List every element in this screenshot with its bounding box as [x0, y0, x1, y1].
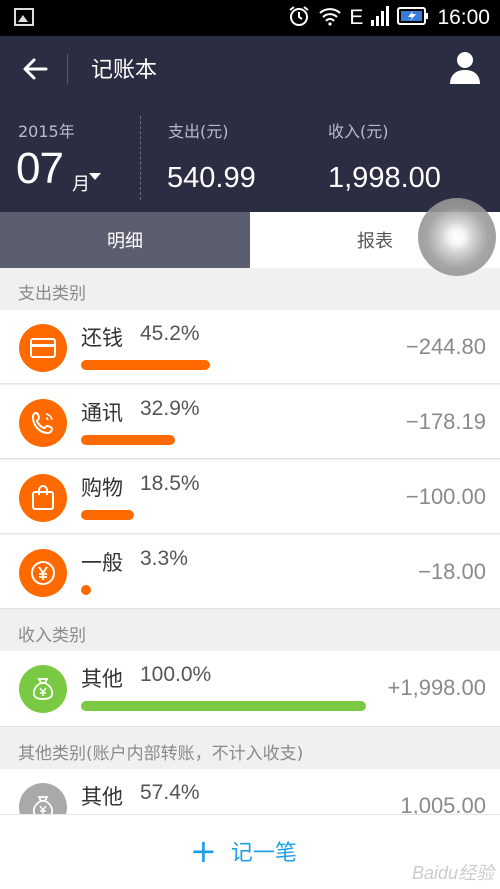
shopping-bag-icon — [19, 474, 67, 522]
watermark: Baidu经验 — [411, 863, 494, 883]
row-category: 其他 — [81, 785, 123, 809]
expense-label: 支出(元) — [168, 122, 229, 141]
user-icon[interactable] — [448, 50, 482, 86]
row-amount: −244.80 — [405, 334, 486, 359]
wifi-icon — [319, 6, 342, 30]
battery-icon — [397, 6, 429, 30]
income-row-other[interactable]: 其他 100.0% +1,998.00 — [0, 651, 500, 727]
header-divider — [67, 54, 68, 84]
month-unit[interactable]: 月 — [72, 170, 90, 196]
section-other-title: 其他类别(账户内部转账，不计入收支) — [18, 744, 304, 764]
row-percent: 100.0% — [140, 663, 212, 686]
page-title: 记账本 — [91, 58, 158, 83]
row-amount: −100.00 — [405, 484, 486, 509]
share-bar — [81, 360, 210, 370]
year-label: 2015年 — [18, 122, 75, 141]
row-amount: −178.19 — [405, 409, 486, 434]
section-expense-title: 支出类别 — [18, 284, 86, 304]
share-bar — [81, 701, 366, 711]
floating-assistive-button[interactable] — [418, 198, 496, 276]
plus-icon: + — [190, 832, 217, 870]
expense-row-repay[interactable]: 还钱 45.2% −244.80 — [0, 310, 500, 384]
row-percent: 3.3% — [140, 547, 188, 570]
share-bar — [81, 510, 134, 520]
yen-icon — [19, 549, 67, 597]
expense-row-general[interactable]: 一般 3.3% −18.00 — [0, 535, 500, 609]
row-percent: 32.9% — [140, 397, 200, 420]
row-percent: 18.5% — [140, 472, 200, 495]
alarm-icon — [287, 4, 311, 32]
expense-total: 540.99 — [167, 162, 256, 194]
row-category: 还钱 — [81, 326, 123, 350]
row-amount: +1,998.00 — [387, 675, 486, 700]
month-value[interactable]: 07 — [16, 144, 64, 194]
row-percent: 45.2% — [140, 322, 200, 345]
bottom-bar: + 记一笔 Baidu经验 — [0, 814, 500, 889]
status-icons: E 16:00 — [287, 0, 490, 36]
back-arrow-icon[interactable] — [18, 52, 52, 86]
money-bag-icon — [19, 665, 67, 713]
income-total: 1,998.00 — [328, 162, 441, 194]
phone-icon — [19, 399, 67, 447]
income-label: 收入(元) — [328, 122, 389, 141]
card-icon — [19, 324, 67, 372]
summary-panel: 2015年 07 月 支出(元) 540.99 收入(元) 1,998.00 — [0, 114, 500, 204]
network-type: E — [349, 6, 364, 29]
row-category: 其他 — [81, 667, 123, 691]
status-bar: E 16:00 — [0, 0, 500, 36]
expense-row-telecom[interactable]: 通讯 32.9% −178.19 — [0, 385, 500, 459]
row-percent: 57.4% — [140, 781, 200, 804]
row-amount: −18.00 — [418, 559, 486, 584]
row-category: 通讯 — [81, 401, 123, 425]
image-icon — [14, 8, 34, 26]
tab-details[interactable]: 明细 — [0, 212, 250, 268]
summary-divider — [140, 116, 141, 200]
share-bar — [81, 435, 175, 445]
clock: 16:00 — [437, 6, 490, 29]
row-category: 购物 — [81, 476, 123, 500]
app-header: 记账本 2015年 07 月 支出(元) 540.99 收入(元) 1,998.… — [0, 36, 500, 212]
share-bar — [81, 585, 91, 595]
caret-down-icon[interactable] — [89, 173, 101, 180]
signal-icon — [371, 6, 390, 30]
row-category: 一般 — [81, 551, 123, 575]
section-income-title: 收入类别 — [18, 626, 86, 646]
add-record-label: 记一笔 — [230, 841, 297, 866]
add-record-button[interactable]: + 记一笔 — [190, 835, 297, 867]
expense-row-shopping[interactable]: 购物 18.5% −100.00 — [0, 460, 500, 534]
